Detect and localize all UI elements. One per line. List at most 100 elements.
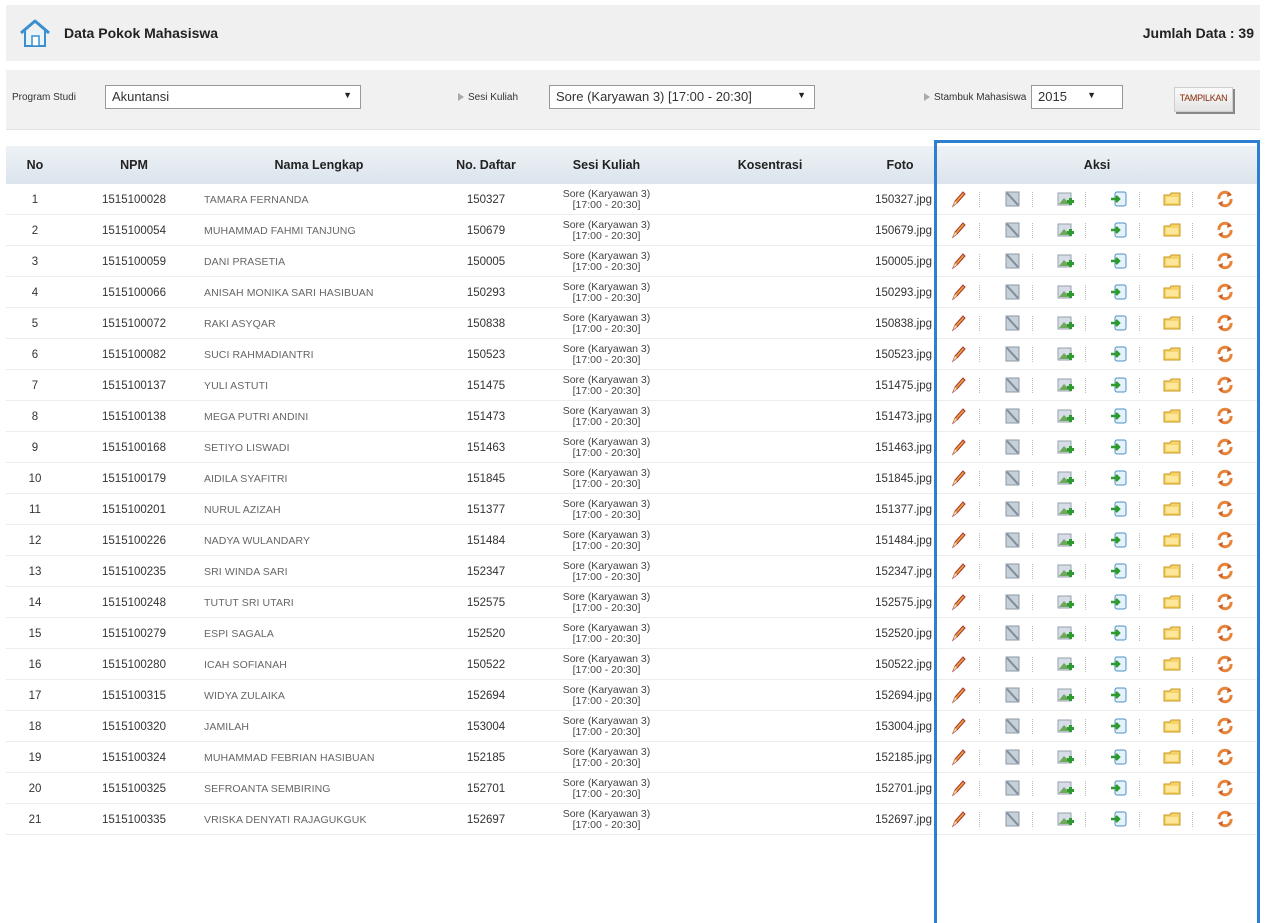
folder-icon[interactable] bbox=[1162, 344, 1182, 364]
image-add-icon[interactable] bbox=[1055, 592, 1075, 612]
image-add-icon[interactable] bbox=[1055, 778, 1075, 798]
edit-pencil-icon[interactable] bbox=[949, 406, 969, 426]
refresh-icon[interactable] bbox=[1215, 375, 1235, 395]
import-icon[interactable] bbox=[1109, 406, 1129, 426]
home-icon[interactable] bbox=[18, 18, 52, 48]
edit-pencil-icon[interactable] bbox=[949, 747, 969, 767]
folder-icon[interactable] bbox=[1162, 437, 1182, 457]
import-icon[interactable] bbox=[1109, 530, 1129, 550]
folder-icon[interactable] bbox=[1162, 189, 1182, 209]
folder-icon[interactable] bbox=[1162, 251, 1182, 271]
folder-icon[interactable] bbox=[1162, 313, 1182, 333]
folder-icon[interactable] bbox=[1162, 685, 1182, 705]
edit-pencil-icon[interactable] bbox=[949, 282, 969, 302]
folder-icon[interactable] bbox=[1162, 716, 1182, 736]
edit-pencil-icon[interactable] bbox=[949, 654, 969, 674]
image-add-icon[interactable] bbox=[1055, 406, 1075, 426]
import-icon[interactable] bbox=[1109, 313, 1129, 333]
import-icon[interactable] bbox=[1109, 189, 1129, 209]
refresh-icon[interactable] bbox=[1215, 251, 1235, 271]
delete-icon[interactable] bbox=[1002, 375, 1022, 395]
folder-icon[interactable] bbox=[1162, 592, 1182, 612]
image-add-icon[interactable] bbox=[1055, 468, 1075, 488]
delete-icon[interactable] bbox=[1002, 778, 1022, 798]
image-add-icon[interactable] bbox=[1055, 561, 1075, 581]
edit-pencil-icon[interactable] bbox=[949, 375, 969, 395]
folder-icon[interactable] bbox=[1162, 809, 1182, 829]
image-add-icon[interactable] bbox=[1055, 375, 1075, 395]
image-add-icon[interactable] bbox=[1055, 685, 1075, 705]
refresh-icon[interactable] bbox=[1215, 189, 1235, 209]
edit-pencil-icon[interactable] bbox=[949, 623, 969, 643]
image-add-icon[interactable] bbox=[1055, 220, 1075, 240]
edit-pencil-icon[interactable] bbox=[949, 344, 969, 364]
refresh-icon[interactable] bbox=[1215, 592, 1235, 612]
folder-icon[interactable] bbox=[1162, 499, 1182, 519]
refresh-icon[interactable] bbox=[1215, 437, 1235, 457]
delete-icon[interactable] bbox=[1002, 716, 1022, 736]
folder-icon[interactable] bbox=[1162, 530, 1182, 550]
refresh-icon[interactable] bbox=[1215, 499, 1235, 519]
folder-icon[interactable] bbox=[1162, 778, 1182, 798]
tampilkan-button[interactable]: TAMPILKAN bbox=[1174, 87, 1233, 112]
edit-pencil-icon[interactable] bbox=[949, 220, 969, 240]
image-add-icon[interactable] bbox=[1055, 251, 1075, 271]
edit-pencil-icon[interactable] bbox=[949, 251, 969, 271]
delete-icon[interactable] bbox=[1002, 468, 1022, 488]
delete-icon[interactable] bbox=[1002, 251, 1022, 271]
sesi-kuliah-select[interactable]: Sore (Karyawan 3) [17:00 - 20:30] ▼ bbox=[549, 85, 815, 109]
import-icon[interactable] bbox=[1109, 344, 1129, 364]
image-add-icon[interactable] bbox=[1055, 282, 1075, 302]
image-add-icon[interactable] bbox=[1055, 437, 1075, 457]
edit-pencil-icon[interactable] bbox=[949, 778, 969, 798]
image-add-icon[interactable] bbox=[1055, 530, 1075, 550]
refresh-icon[interactable] bbox=[1215, 809, 1235, 829]
folder-icon[interactable] bbox=[1162, 406, 1182, 426]
program-studi-select[interactable]: Akuntansi ▼ bbox=[105, 85, 361, 109]
delete-icon[interactable] bbox=[1002, 747, 1022, 767]
import-icon[interactable] bbox=[1109, 375, 1129, 395]
edit-pencil-icon[interactable] bbox=[949, 313, 969, 333]
import-icon[interactable] bbox=[1109, 592, 1129, 612]
delete-icon[interactable] bbox=[1002, 623, 1022, 643]
import-icon[interactable] bbox=[1109, 778, 1129, 798]
folder-icon[interactable] bbox=[1162, 375, 1182, 395]
delete-icon[interactable] bbox=[1002, 282, 1022, 302]
import-icon[interactable] bbox=[1109, 654, 1129, 674]
refresh-icon[interactable] bbox=[1215, 220, 1235, 240]
refresh-icon[interactable] bbox=[1215, 561, 1235, 581]
import-icon[interactable] bbox=[1109, 499, 1129, 519]
import-icon[interactable] bbox=[1109, 561, 1129, 581]
refresh-icon[interactable] bbox=[1215, 406, 1235, 426]
import-icon[interactable] bbox=[1109, 747, 1129, 767]
edit-pencil-icon[interactable] bbox=[949, 809, 969, 829]
folder-icon[interactable] bbox=[1162, 623, 1182, 643]
import-icon[interactable] bbox=[1109, 685, 1129, 705]
delete-icon[interactable] bbox=[1002, 685, 1022, 705]
image-add-icon[interactable] bbox=[1055, 313, 1075, 333]
delete-icon[interactable] bbox=[1002, 592, 1022, 612]
delete-icon[interactable] bbox=[1002, 561, 1022, 581]
refresh-icon[interactable] bbox=[1215, 468, 1235, 488]
refresh-icon[interactable] bbox=[1215, 344, 1235, 364]
folder-icon[interactable] bbox=[1162, 654, 1182, 674]
refresh-icon[interactable] bbox=[1215, 716, 1235, 736]
import-icon[interactable] bbox=[1109, 809, 1129, 829]
folder-icon[interactable] bbox=[1162, 220, 1182, 240]
refresh-icon[interactable] bbox=[1215, 623, 1235, 643]
delete-icon[interactable] bbox=[1002, 809, 1022, 829]
delete-icon[interactable] bbox=[1002, 530, 1022, 550]
image-add-icon[interactable] bbox=[1055, 747, 1075, 767]
image-add-icon[interactable] bbox=[1055, 499, 1075, 519]
folder-icon[interactable] bbox=[1162, 561, 1182, 581]
edit-pencil-icon[interactable] bbox=[949, 592, 969, 612]
delete-icon[interactable] bbox=[1002, 189, 1022, 209]
import-icon[interactable] bbox=[1109, 282, 1129, 302]
refresh-icon[interactable] bbox=[1215, 778, 1235, 798]
import-icon[interactable] bbox=[1109, 623, 1129, 643]
image-add-icon[interactable] bbox=[1055, 809, 1075, 829]
edit-pencil-icon[interactable] bbox=[949, 685, 969, 705]
image-add-icon[interactable] bbox=[1055, 716, 1075, 736]
edit-pencil-icon[interactable] bbox=[949, 437, 969, 457]
delete-icon[interactable] bbox=[1002, 406, 1022, 426]
